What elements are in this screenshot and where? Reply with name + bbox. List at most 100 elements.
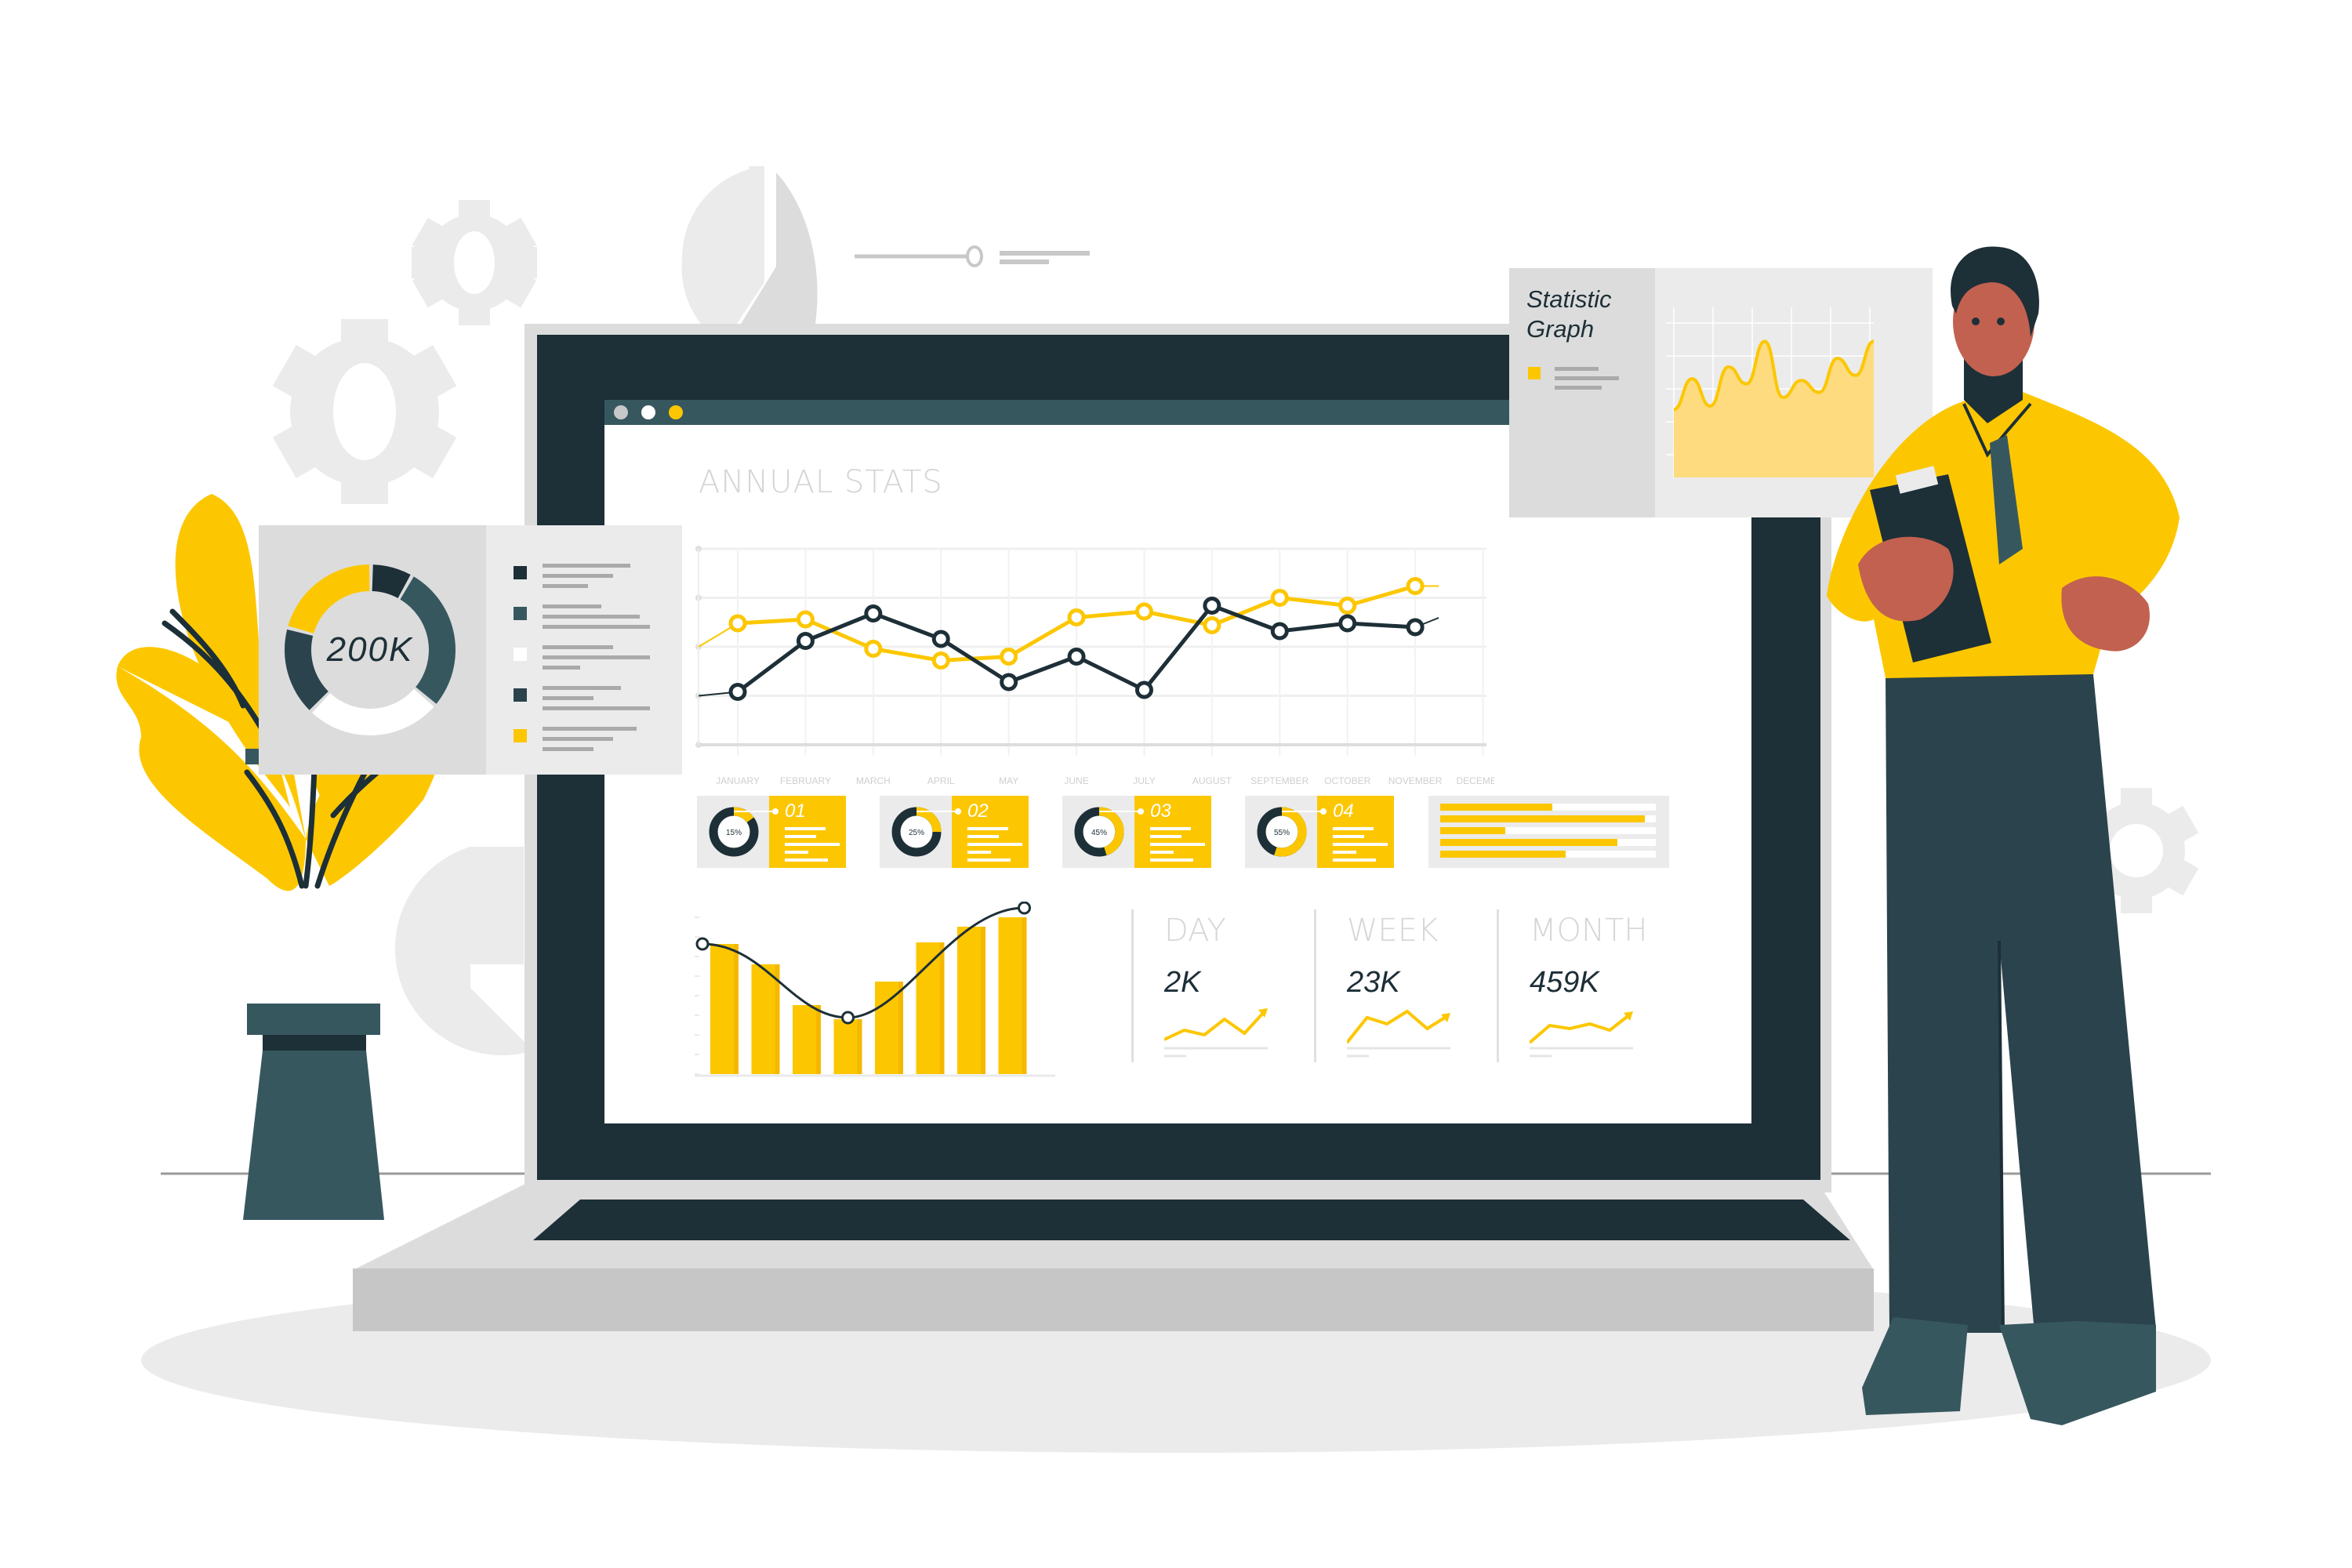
bar-shade [1022,917,1027,1074]
window-dot-close[interactable] [614,405,628,419]
data-point-dark[interactable] [864,604,883,622]
legend-text-line [1555,376,1619,380]
data-point-yellow[interactable] [728,614,747,633]
trousers [1886,674,2156,1333]
trend-point[interactable] [841,1011,855,1025]
legend-swatch-dark [514,566,527,579]
legend-swatch-slate [514,688,527,702]
sparkline [1530,1013,1632,1044]
kpi-card[interactable]: 02 25% [880,796,1029,868]
legend-text-line [1555,386,1602,390]
progress-track [1440,839,1656,846]
data-point-yellow[interactable] [864,640,883,658]
data-point-dark[interactable] [1270,622,1289,641]
stat-value: 2K [1164,966,1201,999]
donut-center-value: 200K [326,630,414,669]
data-point-yellow[interactable] [796,610,815,629]
stat-block-month: MONTH 459K [1497,902,1679,1090]
bar-shade [939,942,945,1074]
data-point-dark[interactable] [728,683,747,701]
data-point-dark[interactable] [1134,681,1153,699]
data-point-dark[interactable] [1000,673,1018,691]
x-tick-label: MAY [999,775,1018,786]
data-point-yellow[interactable] [1338,597,1357,615]
shoe [1999,1321,2156,1425]
window-dot-minimize[interactable] [641,405,655,419]
trend-point[interactable] [1018,902,1031,915]
legend-text-line [543,584,588,588]
legend-text-line [543,696,593,700]
kpi-mini-donut: 15% [709,807,779,857]
kpi-text-line [1333,827,1374,830]
data-point-dark[interactable] [1203,597,1221,615]
legend-text-line [543,655,650,659]
data-point-yellow[interactable] [1270,589,1289,607]
kpi-text-line [967,843,1022,846]
x-tick-label: AUGUST [1192,775,1232,786]
data-point-dark[interactable] [1406,618,1425,637]
data-point-yellow[interactable] [931,652,950,670]
progress-fill [1440,851,1566,858]
kpi-card-number: 04 [1333,800,1354,822]
legend-text-line [543,727,637,731]
sparkline [1347,1009,1449,1044]
data-point-dark[interactable] [796,632,815,650]
kpi-text-line [967,835,999,838]
x-tick-label: JUNE [1064,775,1088,786]
plant-pot [243,1004,384,1220]
progress-fill [1440,839,1617,846]
kpi-card[interactable]: 03 45% [1062,796,1211,868]
legend-text-line [543,737,613,741]
legend-text-line [543,604,601,608]
legend-text-line [543,706,650,710]
pie-chart-icon [681,166,1090,345]
bar-shade [857,1019,862,1074]
weekly-bar-chart [695,902,1055,1077]
connector-dot [955,808,961,815]
data-point-yellow[interactable] [1406,577,1425,595]
connector-dot [772,808,779,815]
kpi-mini-donut: 55% [1257,807,1327,857]
progress-track [1440,827,1656,834]
data-point-yellow[interactable] [1203,616,1221,634]
legend-text-line [543,615,640,619]
kpi-card-number: 01 [785,800,806,822]
kpi-mini-donut: 45% [1074,807,1144,857]
data-point-yellow[interactable] [1067,608,1086,626]
kpi-text-line [967,851,991,854]
data-point-yellow[interactable] [1000,648,1018,666]
kpi-text-line [1333,858,1376,862]
kpi-text-line [785,851,808,854]
data-point-dark[interactable] [1067,648,1086,666]
kpi-text-line [1150,843,1205,846]
data-point-yellow[interactable] [1134,602,1153,621]
kpi-card[interactable]: 01 15% [697,796,846,868]
stat-divider [1131,909,1134,1062]
progress-track [1440,815,1656,822]
kpi-card[interactable]: 04 55% [1245,796,1394,868]
kpi-text-line [1150,835,1181,838]
donut-segment-white[interactable] [312,688,434,735]
kpi-percent-label: 25% [909,829,924,837]
progress-bars-card [1428,796,1669,868]
kpi-text-line [1333,851,1356,854]
kpi-mini-donut: 25% [891,807,961,857]
data-point-dark[interactable] [931,630,950,648]
donut-segment-yellow[interactable] [288,564,370,633]
sparkline [1164,1010,1266,1041]
donut-legend [514,560,670,756]
stat-sparkline [1347,1009,1450,1058]
stat-label: WEEK [1347,913,1439,949]
kpi-text-line [967,858,1011,862]
legend-text-line [543,564,630,568]
x-tick-label: DECEMBER [1457,775,1494,786]
data-point-dark[interactable] [1338,614,1357,633]
kpi-text-line [1150,851,1174,854]
stat-divider [1497,909,1499,1062]
legend-text-line [543,574,613,578]
window-dot-maximize[interactable] [669,405,683,419]
kpi-card-row: 01 15% 02 25% 03 45% 04 55% [697,796,1669,868]
legend-text-line [1555,367,1599,371]
kpi-text-line [1150,858,1193,862]
trend-point[interactable] [695,937,710,951]
